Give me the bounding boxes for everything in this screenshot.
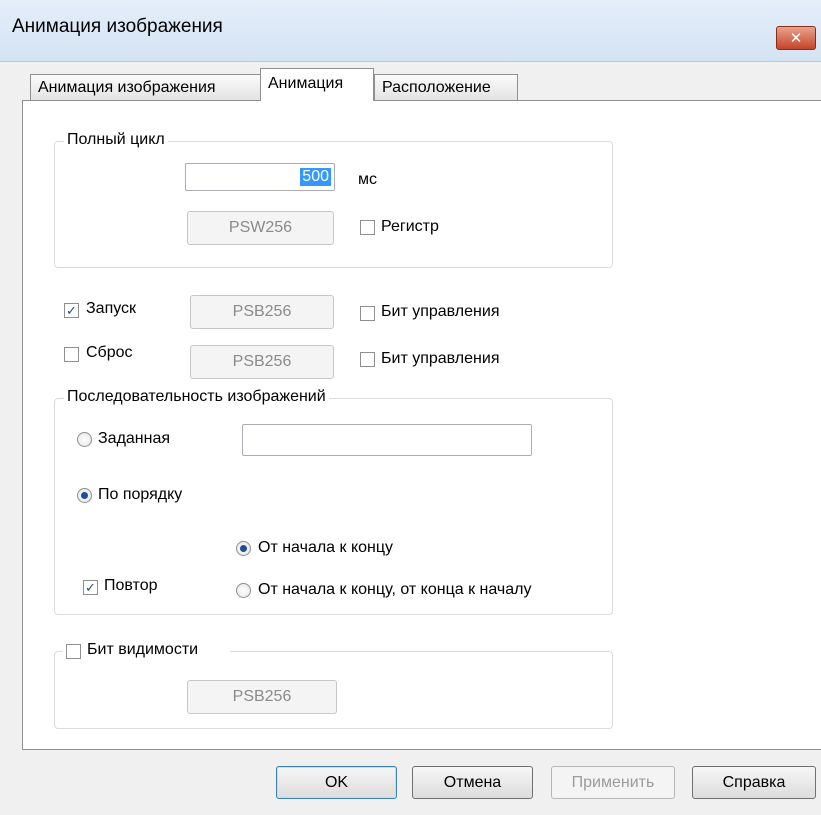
image-sequence-legend: Последовательность изображений [64,388,329,406]
full-cycle-group [54,141,613,268]
tab-image-animation[interactable]: Анимация изображения [30,74,262,100]
reset-control-bit-checkbox[interactable] [360,352,375,367]
start-control-bit-checkbox[interactable] [360,306,375,321]
direction-forward-label: От начала к концу [258,539,394,556]
cycle-time-value: 500 [300,168,331,186]
start-address-field[interactable]: PSB256 [190,295,334,329]
tab-animation[interactable]: Анимация [260,68,374,101]
preset-sequence-input[interactable] [242,424,532,456]
reset-label: Сброс [86,344,133,361]
reset-address-field[interactable]: PSB256 [190,345,334,379]
close-button[interactable]: ✕ [776,26,816,50]
visibility-label: Бит видимости [87,641,199,658]
start-label: Запуск [86,300,137,317]
visibility-address-field[interactable]: PSB256 [187,680,337,714]
register-checkbox[interactable] [360,220,375,235]
reset-checkbox[interactable] [64,347,79,362]
reset-control-bit-label: Бит управления [381,350,500,367]
direction-pingpong-label: От начала к концу, от конца к началу [258,581,532,598]
close-icon: ✕ [789,30,803,47]
direction-pingpong-radio[interactable] [236,583,251,598]
preset-radio[interactable] [77,432,92,447]
repeat-label: Повтор [104,577,158,594]
register-address-field[interactable]: PSW256 [187,211,334,245]
start-checkbox[interactable]: ✓ [64,303,79,318]
in-order-label: По порядку [98,486,183,503]
visibility-checkbox[interactable] [66,644,81,659]
cancel-button[interactable]: Отмена [412,766,533,799]
apply-button[interactable]: Применить [551,766,675,799]
cycle-time-unit: мс [358,171,377,188]
direction-forward-radio[interactable] [236,541,251,556]
help-button[interactable]: Справка [692,766,816,799]
window-title: Анимация изображения [12,16,223,37]
repeat-checkbox[interactable]: ✓ [83,580,98,595]
tab-location[interactable]: Расположение [374,74,518,100]
cycle-time-input[interactable]: 500 [185,163,335,191]
start-control-bit-label: Бит управления [381,303,500,320]
register-label: Регистр [381,218,439,235]
in-order-radio[interactable] [77,488,92,503]
full-cycle-legend: Полный цикл [64,131,168,149]
ok-button[interactable]: OK [276,766,397,799]
preset-label: Заданная [98,430,171,447]
